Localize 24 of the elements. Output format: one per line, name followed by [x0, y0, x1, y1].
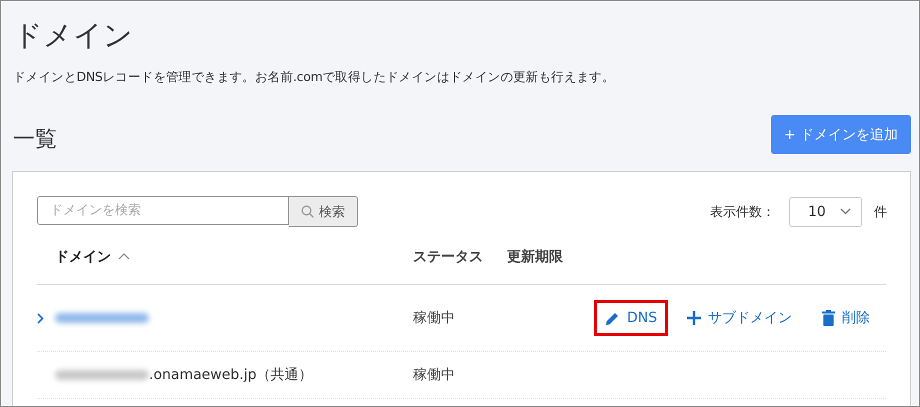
status-cell-text: 稼働中: [413, 366, 456, 384]
page-description: ドメインとDNSレコードを管理できます。お名前.comで取得したドメインはドメインの更新も行えます。: [13, 69, 616, 85]
expand-chevron-icon[interactable]: [37, 312, 44, 324]
search-field[interactable]: ドメインを検索: [37, 196, 289, 225]
delete-action-link[interactable]: 削除: [811, 299, 882, 337]
search-button[interactable]: 検索: [289, 196, 358, 227]
page-title: ドメイン: [13, 17, 134, 54]
column-header: ドメイン: [37, 248, 413, 266]
page-size-label: 表示件数：: [710, 204, 775, 220]
domain-name: .onamaeweb.jp（共通）: [149, 366, 312, 384]
column-header: ステータス: [413, 248, 484, 266]
chevron-down-icon: [840, 208, 851, 215]
page-size-unit: 件: [874, 204, 887, 220]
edit-action-link[interactable]: DNS: [594, 300, 668, 336]
add-domain-button[interactable]: + ドメインを追加: [770, 115, 911, 154]
plus-icon: [687, 311, 702, 325]
trash-icon: [822, 310, 836, 326]
section-heading: 一覧: [13, 126, 57, 154]
page-size-select[interactable]: 10: [789, 196, 862, 226]
status-cell-text: 稼働中: [413, 309, 456, 327]
column-header: 更新期限: [507, 248, 563, 266]
add-action-link[interactable]: サブドメイン: [676, 299, 804, 337]
pencil-icon: [605, 310, 620, 326]
search-icon: [301, 205, 314, 218]
